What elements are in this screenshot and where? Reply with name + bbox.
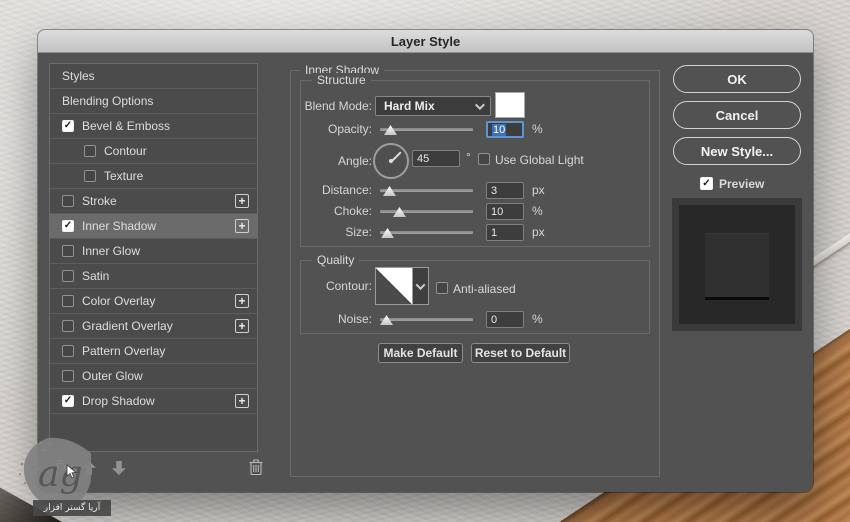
sidebar-item-bevel-emboss[interactable]: ✓ Bevel & Emboss <box>50 114 257 139</box>
opacity-unit: % <box>532 122 543 136</box>
checkbox-unchecked-icon[interactable] <box>62 370 74 382</box>
checkbox-unchecked-icon[interactable] <box>62 245 74 257</box>
distance-input[interactable]: 3 <box>486 182 524 199</box>
preview-label: Preview <box>719 177 764 191</box>
quality-group-title: Quality <box>312 253 359 267</box>
distance-slider[interactable] <box>380 185 473 197</box>
plus-icon[interactable]: + <box>235 294 249 308</box>
plus-icon[interactable]: + <box>235 319 249 333</box>
distance-label: Distance: <box>280 183 372 197</box>
preview-checkbox[interactable]: ✓ <box>700 177 713 190</box>
choke-unit: % <box>532 204 543 218</box>
move-down-icon[interactable] <box>112 461 126 475</box>
size-input[interactable]: 1 <box>486 224 524 241</box>
choke-label: Choke: <box>280 204 372 218</box>
noise-label: Noise: <box>280 312 372 326</box>
style-preview-thumbnail <box>672 198 802 331</box>
shadow-color-swatch[interactable] <box>495 92 525 118</box>
anti-aliased-label: Anti-aliased <box>453 282 516 296</box>
contour-picker[interactable] <box>375 267 413 305</box>
structure-group-title: Structure <box>312 73 371 87</box>
checkbox-checked-icon[interactable]: ✓ <box>62 120 74 132</box>
sidebar-item-stroke[interactable]: Stroke + <box>50 189 257 214</box>
sidebar-item-blending-options[interactable]: Blending Options <box>50 89 257 114</box>
noise-unit: % <box>532 312 543 326</box>
checkbox-checked-icon[interactable]: ✓ <box>62 220 74 232</box>
ok-button[interactable]: OK <box>673 65 801 93</box>
opacity-label: Opacity: <box>280 122 372 136</box>
mouse-cursor <box>66 464 77 484</box>
contour-label: Contour: <box>280 279 372 293</box>
sidebar-item-gradient-overlay[interactable]: Gradient Overlay + <box>50 314 257 339</box>
checkbox-unchecked-icon[interactable] <box>62 295 74 307</box>
sidebar-item-inner-glow[interactable]: Inner Glow <box>50 239 257 264</box>
noise-input[interactable]: 0 <box>486 311 524 328</box>
plus-icon[interactable]: + <box>235 394 249 408</box>
preview-bevel-square <box>705 233 769 297</box>
use-global-light-checkbox[interactable] <box>478 153 490 165</box>
checkbox-checked-icon[interactable]: ✓ <box>62 395 74 407</box>
anti-aliased-checkbox[interactable] <box>436 282 448 294</box>
opacity-slider[interactable] <box>380 124 473 136</box>
style-list: Styles Blending Options ✓ Bevel & Emboss… <box>49 63 258 452</box>
angle-label: Angle: <box>280 154 372 168</box>
checkbox-unchecked-icon[interactable] <box>84 170 96 182</box>
size-slider[interactable] <box>380 227 473 239</box>
checkbox-unchecked-icon[interactable] <box>62 270 74 282</box>
cancel-button[interactable]: Cancel <box>673 101 801 129</box>
contour-dropdown[interactable] <box>413 267 429 305</box>
blend-mode-select[interactable]: Hard Mix <box>375 96 491 116</box>
dialog-title: Layer Style <box>391 34 460 49</box>
checkbox-unchecked-icon[interactable] <box>62 195 74 207</box>
distance-unit: px <box>532 183 545 197</box>
sidebar-item-contour[interactable]: Contour <box>50 139 257 164</box>
dialog-titlebar[interactable]: Layer Style <box>38 30 813 53</box>
opacity-input[interactable]: 10 <box>486 121 524 138</box>
chevron-down-icon <box>475 100 485 110</box>
checkbox-unchecked-icon[interactable] <box>62 345 74 357</box>
plus-icon[interactable]: + <box>235 194 249 208</box>
sidebar-item-satin[interactable]: Satin <box>50 264 257 289</box>
sidebar-item-styles[interactable]: Styles <box>50 64 257 89</box>
size-unit: px <box>532 225 545 239</box>
new-style-button[interactable]: New Style... <box>673 137 801 165</box>
make-default-button[interactable]: Make Default <box>378 343 463 363</box>
chevron-down-icon <box>416 280 426 290</box>
sidebar-item-drop-shadow[interactable]: ✓ Drop Shadow + <box>50 389 257 414</box>
reset-to-default-button[interactable]: Reset to Default <box>471 343 570 363</box>
choke-slider[interactable] <box>380 206 473 218</box>
sidebar-item-texture[interactable]: Texture <box>50 164 257 189</box>
sidebar-item-pattern-overlay[interactable]: Pattern Overlay <box>50 339 257 364</box>
noise-slider[interactable] <box>380 314 473 326</box>
sidebar-item-outer-glow[interactable]: Outer Glow <box>50 364 257 389</box>
watermark-caption: آریا گستر افزار <box>33 500 111 516</box>
use-global-light-label: Use Global Light <box>495 153 584 167</box>
sidebar-item-inner-shadow[interactable]: ✓ Inner Shadow + <box>50 214 257 239</box>
angle-unit: ° <box>466 150 471 164</box>
trash-icon[interactable] <box>249 459 263 481</box>
choke-input[interactable]: 10 <box>486 203 524 220</box>
plus-icon[interactable]: + <box>235 219 249 233</box>
angle-dial[interactable] <box>373 143 409 179</box>
sidebar-item-color-overlay[interactable]: Color Overlay + <box>50 289 257 314</box>
blend-mode-label: Blend Mode: <box>280 99 372 113</box>
checkbox-unchecked-icon[interactable] <box>84 145 96 157</box>
size-label: Size: <box>280 225 372 239</box>
angle-input[interactable]: 45 <box>412 150 460 167</box>
layer-style-dialog: Layer Style Styles Blending Options ✓ Be… <box>38 30 813 492</box>
checkbox-unchecked-icon[interactable] <box>62 320 74 332</box>
